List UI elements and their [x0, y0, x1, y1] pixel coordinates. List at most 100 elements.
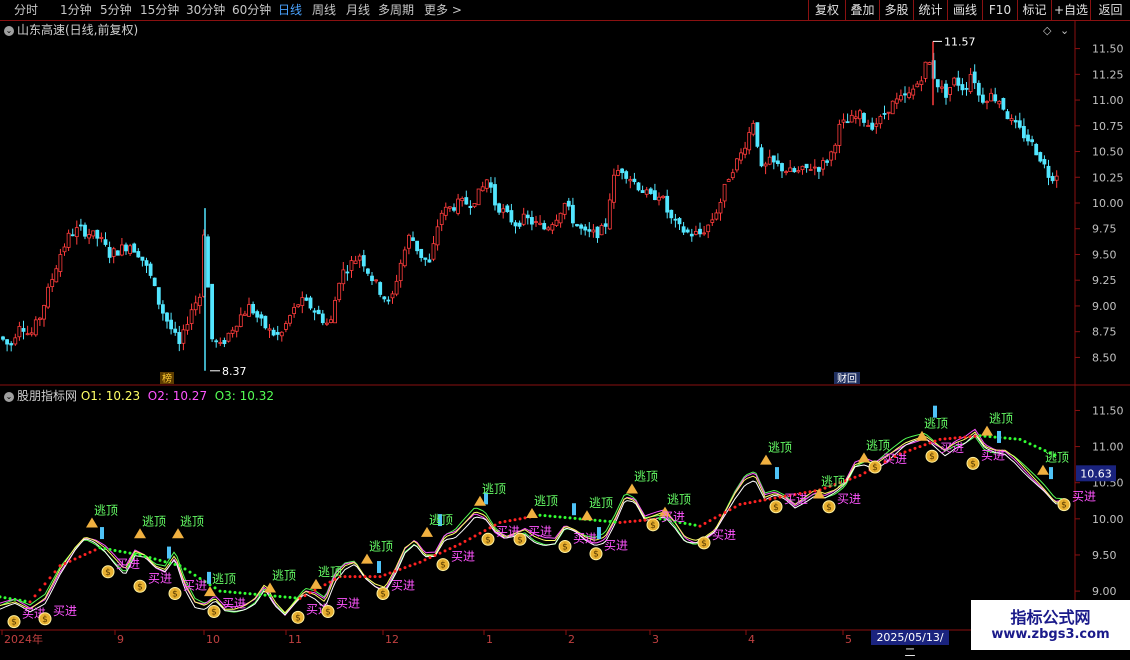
trend-dot — [38, 588, 42, 592]
trend-dot — [223, 590, 227, 594]
candle — [316, 305, 321, 315]
candle-body — [70, 234, 75, 237]
trend-dot — [773, 496, 777, 500]
candle — [427, 253, 432, 263]
candle-body — [374, 279, 379, 282]
trend-dot — [943, 437, 947, 441]
candle-body — [1042, 159, 1047, 165]
candle — [702, 226, 706, 236]
trend-dot — [1038, 446, 1042, 450]
candle — [21, 320, 26, 340]
trend-dot — [468, 537, 472, 541]
candle-body — [833, 144, 838, 154]
candle — [587, 222, 592, 238]
trend-dot — [273, 594, 277, 598]
candle-body — [1054, 175, 1059, 181]
candle-body — [329, 319, 333, 323]
candle — [1054, 170, 1059, 188]
candle — [685, 227, 690, 234]
trend-dot — [428, 556, 432, 560]
candle-body — [780, 163, 784, 172]
candle — [435, 219, 440, 251]
trend-dot — [958, 436, 962, 440]
trend-dot — [933, 439, 937, 443]
candle — [837, 119, 842, 154]
candle-body — [825, 160, 829, 163]
money-bag-symbol: $ — [701, 539, 707, 549]
candle — [58, 248, 63, 277]
candle — [177, 325, 182, 352]
trend-dot — [423, 558, 427, 562]
watermark-url: www.zbgs3.com — [991, 627, 1110, 642]
candle — [173, 321, 178, 336]
buy-signal-label: 买进 — [148, 571, 172, 585]
candle-body — [505, 205, 510, 213]
trend-dot — [163, 560, 167, 564]
candle-body — [234, 325, 239, 332]
candle — [927, 61, 932, 65]
buy-signal-label: 买进 — [336, 597, 360, 611]
candle — [1013, 115, 1018, 129]
top-signal-icon — [134, 528, 146, 539]
buy-signal-label: 买进 — [661, 510, 685, 524]
trend-dot — [913, 446, 917, 450]
candle — [845, 113, 850, 124]
candle — [238, 307, 243, 328]
trend-dot — [763, 498, 767, 502]
price-tick-label-9: 10.75 — [1092, 120, 1124, 133]
trend-dot — [723, 511, 727, 515]
trend-dot — [153, 557, 157, 561]
trend-dot — [368, 575, 372, 579]
money-bag-symbol: $ — [325, 608, 331, 618]
candle-body — [50, 279, 55, 288]
money-bag-symbol: $ — [295, 613, 301, 623]
candle — [120, 237, 124, 257]
buy-signal-label: 买进 — [784, 492, 808, 506]
trend-dot — [83, 553, 87, 557]
candle — [546, 225, 551, 232]
trend-dot — [383, 573, 387, 577]
candle — [329, 315, 333, 324]
candle-body — [599, 225, 604, 236]
candle — [562, 202, 567, 220]
candle-body — [583, 226, 588, 231]
candle-body — [792, 168, 797, 173]
candle — [665, 189, 670, 219]
candle — [509, 203, 514, 225]
candle-body — [784, 171, 788, 174]
candle — [66, 229, 71, 252]
candle — [1001, 97, 1006, 111]
candle-body — [493, 184, 497, 206]
candle-body — [189, 309, 194, 324]
candle — [62, 243, 67, 256]
candle — [1, 335, 5, 342]
candle — [821, 157, 825, 176]
candle-body — [83, 224, 87, 237]
candle — [780, 162, 784, 179]
trend-dot — [808, 490, 812, 494]
trend-dot — [388, 571, 392, 575]
trend-dot — [73, 557, 77, 561]
candle — [29, 327, 34, 337]
trend-dot — [573, 516, 577, 520]
candle — [788, 159, 793, 172]
trend-dot — [258, 593, 262, 597]
candle — [800, 165, 805, 175]
candle — [1009, 114, 1014, 125]
trend-dot — [778, 495, 782, 499]
candle — [304, 294, 309, 302]
candle-body — [447, 206, 452, 209]
candle-body — [124, 244, 128, 252]
candle — [694, 225, 698, 236]
candle — [767, 149, 772, 166]
candle-body — [743, 147, 747, 155]
money-bag-symbol: $ — [650, 521, 656, 531]
money-bag-symbol: $ — [593, 550, 599, 560]
trend-dot — [693, 523, 697, 527]
candle-body — [247, 304, 251, 317]
candle-body — [148, 263, 153, 276]
trend-dot — [1023, 440, 1027, 444]
candle — [38, 316, 42, 326]
candle-body — [985, 101, 989, 103]
trend-dot — [133, 552, 137, 556]
